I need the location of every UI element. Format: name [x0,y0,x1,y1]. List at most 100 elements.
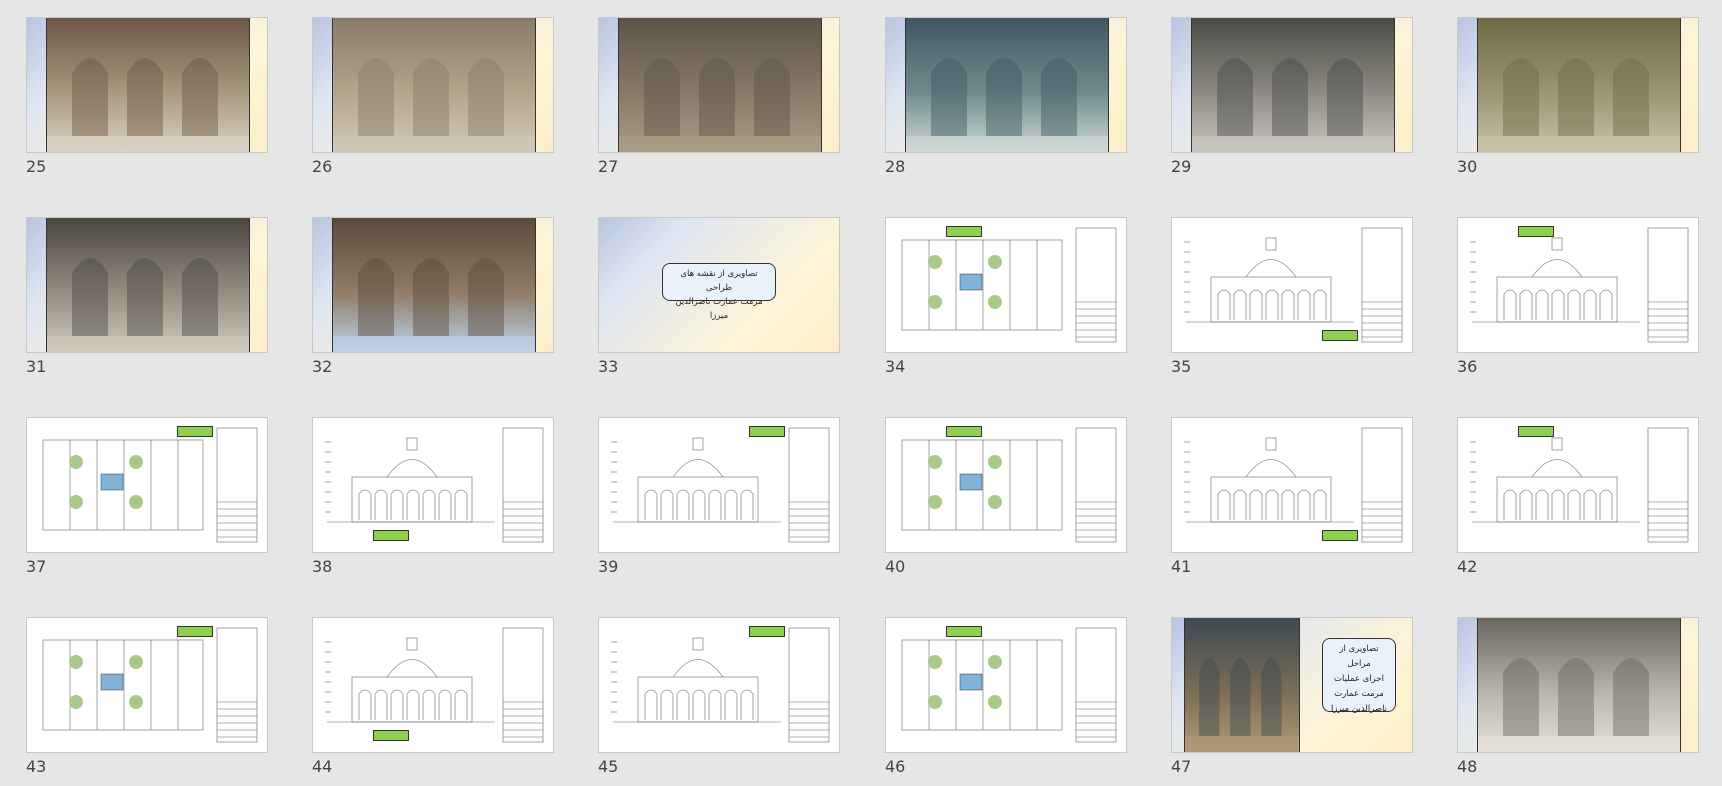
architectural-drawing [1176,422,1408,548]
architectural-drawing [890,622,1122,748]
slide-thumbnail-33[interactable]: تصاویری از نقشه های طراحی مرمت عمارت ناصر… [598,217,840,397]
architectural-drawing [31,622,263,748]
slide-preview [312,217,554,353]
slide-number: 30 [1457,157,1478,176]
slide-title-line: ناصرالدین میرزا [1330,704,1388,714]
drawing-label-tag [177,426,213,437]
slide-thumbnail-48[interactable]: 48 [1457,617,1699,786]
slide-photo [1477,618,1681,752]
slide-number: 45 [598,757,619,776]
slide-number: 25 [26,157,47,176]
slide-thumbnail-43[interactable]: 43 [26,617,268,786]
slide-title-line: اجرای عملیات [1334,674,1384,684]
drawing-label-tag [1518,226,1554,237]
slide-preview [885,617,1127,753]
slide-title-box: تصاویری از نقشه های طراحی مرمت عمارت ناصر… [662,263,776,321]
slide-preview: تصاویری از نقشه های طراحی مرمت عمارت ناصر… [598,217,840,353]
drawing-label-tag [946,226,982,237]
slide-thumbnail-42[interactable]: 42 [1457,417,1699,597]
slide-number: 42 [1457,557,1478,576]
slide-thumbnail-44[interactable]: 44 [312,617,554,786]
drawing-label-tag [373,730,409,741]
slide-thumbnail-35[interactable]: 35 [1171,217,1413,397]
slide-thumbnail-37[interactable]: 37 [26,417,268,597]
slide-number: 38 [312,557,333,576]
slide-number: 47 [1171,757,1192,776]
slide-number: 46 [885,757,906,776]
slide-thumbnail-31[interactable]: 31 [26,217,268,397]
slide-preview [312,617,554,753]
drawing-label-tag [946,426,982,437]
slide-preview [26,617,268,753]
slide-thumbnail-30[interactable]: 30 [1457,17,1699,197]
slide-number: 28 [885,157,906,176]
slide-thumbnail-47[interactable]: تصاویری از مراحل اجرای عملیات مرمت عمارت نا… [1171,617,1413,786]
slide-preview [885,417,1127,553]
architectural-drawing [603,422,835,548]
slide-number: 40 [885,557,906,576]
slide-preview [1457,217,1699,353]
slide-title-line: تصاویری از نقشه های طراحی [680,269,758,293]
slide-preview [26,417,268,553]
slide-thumbnail-38[interactable]: 38 [312,417,554,597]
slide-preview [1171,17,1413,153]
slide-photo [332,218,536,352]
slide-preview: تصاویری از مراحل اجرای عملیات مرمت عمارت نا… [1171,617,1413,753]
slide-thumbnail-40[interactable]: 40 [885,417,1127,597]
slide-number: 34 [885,357,906,376]
slide-photo [1191,18,1395,152]
slide-photo [905,18,1109,152]
slide-number: 36 [1457,357,1478,376]
slide-preview [312,17,554,153]
drawing-label-tag [1518,426,1554,437]
architectural-drawing [603,622,835,748]
slide-number: 26 [312,157,333,176]
slide-number: 29 [1171,157,1192,176]
drawing-label-tag [1322,530,1358,541]
slide-preview [312,417,554,553]
slide-preview [1457,417,1699,553]
slide-title-line: مرمت عمارت ناصرالدین میرزا [675,297,763,321]
slide-number: 44 [312,757,333,776]
slide-preview [1171,217,1413,353]
slide-photo [46,218,250,352]
slide-number: 41 [1171,557,1192,576]
slide-thumbnail-25[interactable]: 25 [26,17,268,197]
slide-photo [332,18,536,152]
slide-thumbnail-28[interactable]: 28 [885,17,1127,197]
slide-sorter-grid: 25 26 27 28 29 30 31 32 تصاویری از نقشه های طراح… [0,0,1722,786]
architectural-drawing [890,222,1122,348]
slide-preview [1457,17,1699,153]
slide-thumbnail-34[interactable]: 34 [885,217,1127,397]
slide-preview [598,17,840,153]
slide-thumbnail-39[interactable]: 39 [598,417,840,597]
slide-number: 33 [598,357,619,376]
slide-thumbnail-29[interactable]: 29 [1171,17,1413,197]
slide-thumbnail-27[interactable]: 27 [598,17,840,197]
drawing-label-tag [177,626,213,637]
architectural-drawing [1462,422,1694,548]
slide-thumbnail-41[interactable]: 41 [1171,417,1413,597]
slide-title-box: تصاویری از مراحل اجرای عملیات مرمت عمارت نا… [1322,638,1396,714]
slide-thumbnail-32[interactable]: 32 [312,217,554,397]
slide-photo [46,18,250,152]
slide-preview [885,217,1127,353]
slide-thumbnail-45[interactable]: 45 [598,617,840,786]
slide-thumbnail-36[interactable]: 36 [1457,217,1699,397]
architectural-drawing [1462,222,1694,348]
slide-preview [1171,417,1413,553]
slide-number: 35 [1171,357,1192,376]
slide-preview [1457,617,1699,753]
slide-preview [26,217,268,353]
slide-thumbnail-26[interactable]: 26 [312,17,554,197]
drawing-label-tag [749,426,785,437]
slide-thumbnail-46[interactable]: 46 [885,617,1127,786]
architectural-drawing [317,622,549,748]
slide-preview [885,17,1127,153]
architectural-drawing [317,422,549,548]
drawing-label-tag [1322,330,1358,341]
slide-number: 32 [312,357,333,376]
slide-photo [1477,18,1681,152]
slide-number: 43 [26,757,47,776]
slide-preview [26,17,268,153]
